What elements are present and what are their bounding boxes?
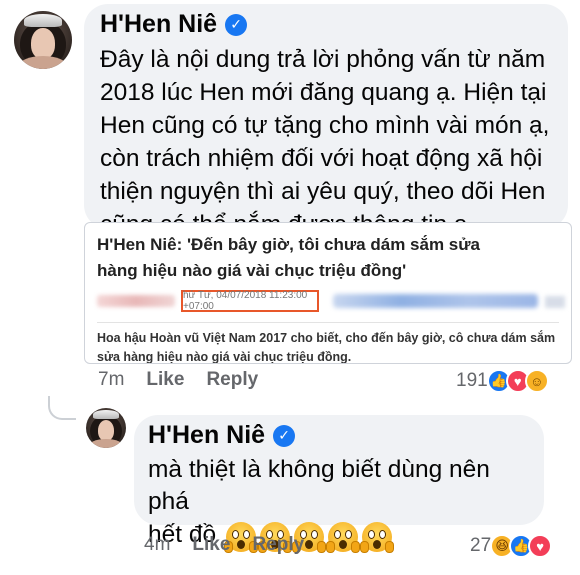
- comment-author[interactable]: H'Hen Niê ✓: [100, 10, 552, 39]
- reaction-count: 27: [470, 535, 492, 556]
- care-reaction-icon: ☺: [524, 369, 549, 393]
- divider: [97, 322, 559, 323]
- comment-text: Đây là nội dung trả lời phỏng vấn từ năm…: [100, 46, 550, 238]
- verified-badge-icon: ✓: [225, 13, 248, 36]
- comment-time[interactable]: 4m: [144, 534, 170, 556]
- blurred-region: [333, 294, 538, 308]
- article-meta: hứ Tư, 04/07/2018 11:23:00 +07:00: [97, 290, 565, 312]
- face-screaming-in-fear-icon: [326, 522, 361, 553]
- avatar[interactable]: [86, 408, 126, 448]
- article-date: hứ Tư, 04/07/2018 11:23:00 +07:00: [181, 290, 319, 312]
- like-button[interactable]: Like: [146, 369, 184, 391]
- love-reaction-icon: ♥: [528, 534, 553, 558]
- reaction-count: 191: [456, 370, 488, 391]
- reply-actions: 4m Like Reply: [144, 534, 326, 556]
- article-description: Hoa hậu Hoàn vũ Việt Nam 2017 cho biết, …: [97, 331, 556, 364]
- comment-actions: 7m Like Reply: [98, 369, 280, 391]
- reply-button[interactable]: Reply: [252, 534, 304, 556]
- author-name[interactable]: H'Hen Niê: [100, 10, 217, 39]
- comment-time[interactable]: 7m: [98, 369, 124, 391]
- reaction-summary[interactable]: 191 👍 ♥ ☺: [456, 369, 549, 393]
- reaction-summary[interactable]: 27 😆 👍 ♥: [470, 534, 553, 558]
- reply-button[interactable]: Reply: [206, 369, 258, 391]
- avatar[interactable]: [14, 11, 72, 69]
- comment-author[interactable]: H'Hen Niê ✓: [148, 421, 530, 450]
- blurred-region: [545, 296, 565, 308]
- comment-bubble: H'Hen Niê ✓ Đây là nội dung trả lời phỏn…: [84, 4, 568, 238]
- blurred-region: [97, 295, 175, 307]
- reply-thread-line: [48, 396, 76, 420]
- attached-article-image[interactable]: H'Hen Niê: 'Đến bây giờ, tôi chưa dám sắ…: [84, 222, 572, 364]
- face-screaming-in-fear-icon: [360, 522, 395, 553]
- article-title: H'Hen Niê: 'Đến bây giờ, tôi chưa dám sắ…: [97, 235, 480, 280]
- reply-bubble: H'Hen Niê ✓ mà thiệt là không biết dùng …: [134, 415, 544, 553]
- verified-badge-icon: ✓: [273, 424, 296, 447]
- like-button[interactable]: Like: [192, 534, 230, 556]
- author-name[interactable]: H'Hen Niê: [148, 421, 265, 450]
